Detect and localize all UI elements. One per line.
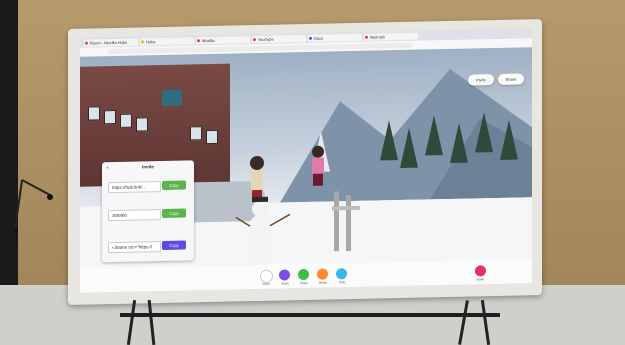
browser-tab[interactable]: New tab bbox=[364, 32, 418, 41]
toolbar-action-label: Chat bbox=[338, 280, 346, 285]
tv-screen: Room - Mozilla Hubs Hubs Mozilla YouTube Doc… bbox=[80, 28, 532, 293]
invite-top-button[interactable]: Invite bbox=[468, 74, 494, 86]
room-code-field[interactable]: 308460 bbox=[108, 209, 161, 222]
share-button[interactable] bbox=[279, 269, 290, 281]
browser-tab-label: Room - Mozilla Hubs bbox=[90, 39, 128, 46]
share-top-button[interactable]: Share bbox=[498, 73, 524, 85]
stand-crossbar bbox=[120, 313, 500, 317]
browser-tab[interactable]: Mozilla bbox=[196, 35, 250, 44]
room-link-field[interactable]: https://hub.link/... bbox=[108, 181, 161, 194]
copy-embed-button[interactable]: Copy bbox=[162, 240, 186, 251]
invite-panel: × Invite https://hub.link/... Copy 30846… bbox=[102, 160, 194, 263]
browser-tab[interactable]: Docs bbox=[308, 33, 362, 42]
pine-tree bbox=[400, 127, 418, 169]
tripod-stand bbox=[12, 179, 53, 234]
browser-tab-label: Docs bbox=[314, 35, 324, 41]
room-top-buttons: Invite Share bbox=[468, 73, 524, 86]
leave-label: Leave bbox=[475, 277, 485, 282]
pine-tree bbox=[425, 115, 443, 156]
toolbar-action-label: React bbox=[319, 280, 327, 285]
tab-favicon-icon bbox=[253, 37, 256, 41]
pine-tree bbox=[450, 122, 468, 163]
browser-tab[interactable]: YouTube bbox=[252, 34, 306, 43]
toolbar-action-label: Share bbox=[280, 281, 289, 286]
avatar[interactable] bbox=[308, 144, 328, 188]
tab-favicon-icon bbox=[85, 41, 88, 45]
tab-favicon-icon bbox=[365, 35, 368, 39]
browser-tab-label: YouTube bbox=[258, 36, 274, 42]
tab-favicon-icon bbox=[309, 36, 312, 40]
invite-panel-title: Invite bbox=[142, 164, 154, 170]
react-button[interactable] bbox=[317, 268, 328, 280]
browser-tab-label: Hubs bbox=[146, 38, 156, 44]
browser-tab-label: New tab bbox=[370, 33, 385, 40]
pine-tree bbox=[475, 112, 493, 153]
pine-tree bbox=[380, 120, 398, 161]
tab-favicon-icon bbox=[141, 39, 144, 43]
embed-code-field[interactable]: <iframe src="https:// bbox=[108, 241, 161, 254]
lodge-sign bbox=[162, 89, 182, 107]
pine-tree bbox=[500, 119, 518, 160]
toolbar-action-label: Place bbox=[300, 280, 308, 286]
toolbar-action-label: Voice bbox=[262, 281, 270, 286]
browser-tab[interactable]: Room - Mozilla Hubs bbox=[84, 38, 138, 47]
browser-tab[interactable]: Hubs bbox=[140, 36, 194, 45]
browser-tab-label: Mozilla bbox=[202, 37, 215, 43]
leave-button[interactable] bbox=[475, 265, 486, 277]
snowman bbox=[235, 196, 290, 263]
chat-button[interactable] bbox=[336, 268, 347, 280]
place-button[interactable] bbox=[298, 268, 309, 281]
fence bbox=[332, 191, 360, 252]
copy-link-button[interactable]: Copy bbox=[162, 180, 186, 191]
tab-favicon-icon bbox=[197, 38, 200, 42]
copy-code-button[interactable]: Copy bbox=[162, 208, 186, 219]
